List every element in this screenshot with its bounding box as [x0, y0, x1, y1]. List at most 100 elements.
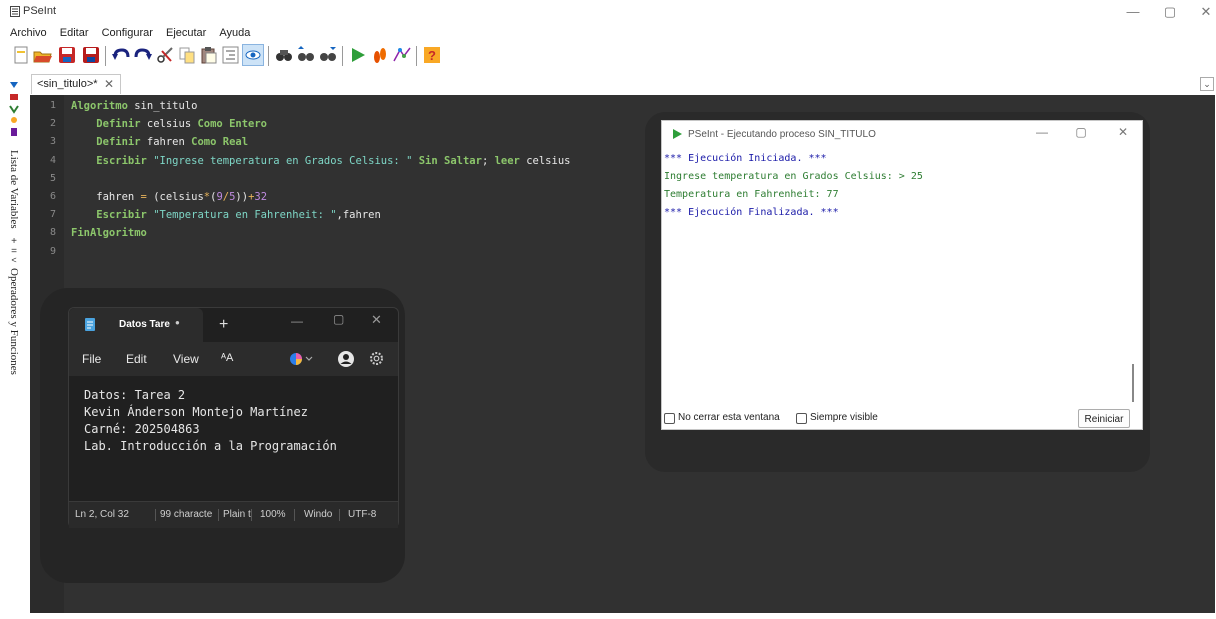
run-icon[interactable] — [347, 44, 369, 66]
code-token: Escribir — [96, 154, 147, 167]
run-scrollbar[interactable] — [1132, 364, 1134, 402]
tab-sin-titulo[interactable]: <sin_titulo>* ✕ — [31, 74, 121, 94]
find-previous-icon[interactable] — [295, 44, 317, 66]
menu-archivo[interactable]: Archivo — [10, 24, 47, 42]
paste-icon[interactable] — [198, 44, 220, 66]
menu-ayuda[interactable]: Ayuda — [219, 24, 250, 42]
indent-icon[interactable] — [220, 44, 242, 66]
keep-open-checkbox[interactable] — [664, 413, 675, 424]
code-token: fahren — [71, 191, 141, 203]
notepad-line: Datos: Tarea 2 — [84, 388, 186, 402]
copy-icon[interactable] — [176, 44, 198, 66]
code-token: Algoritmo — [71, 100, 128, 112]
run-maximize-button[interactable]: ▢ — [1068, 125, 1094, 139]
notepad-icon — [85, 318, 95, 331]
variables-panel-tab[interactable]: Lista de Variables — [8, 150, 20, 229]
new-file-icon[interactable] — [10, 44, 32, 66]
svg-text:<: < — [11, 255, 16, 264]
menu-bar: Archivo Editar Configurar Ejecutar Ayuda — [0, 24, 600, 42]
code-line: fahren = (celsius*(9/5))+32 — [71, 191, 267, 203]
copilot-icon[interactable] — [289, 352, 315, 366]
find-icon[interactable] — [273, 44, 295, 66]
always-visible-checkbox[interactable] — [796, 413, 807, 424]
notepad-menu-bar: File Edit View ᴬA — [69, 342, 398, 376]
find-next-icon[interactable] — [317, 44, 339, 66]
code-token: Sin Saltar — [418, 154, 482, 167]
notepad-line: Carné: 202504863 — [84, 422, 200, 436]
line-number: 5 — [49, 172, 56, 184]
notepad-minimize-button[interactable]: — — [291, 314, 303, 328]
text-size-icon[interactable]: ᴬA — [221, 352, 233, 364]
notepad-close-button[interactable]: ✕ — [371, 312, 382, 328]
character-count: 99 characte — [160, 509, 213, 520]
step-icon[interactable] — [369, 44, 391, 66]
code-token: leer — [494, 154, 520, 167]
code-token: )) — [235, 191, 249, 203]
code-line: Escribir "Ingrese temperatura en Grados … — [71, 155, 570, 167]
line-number: 7 — [49, 209, 56, 221]
line-number: 4 — [49, 154, 56, 166]
notepad-status-bar: Ln 2, Col 32 99 characte Plain t 100% Wi… — [69, 501, 398, 528]
notepad-text-area[interactable]: Datos: Tarea 2 Kevin Ánderson Montejo Ma… — [69, 376, 398, 501]
run-window: PSeInt - Ejecutando proceso SIN_TITULO —… — [661, 120, 1143, 430]
toolbar-separator — [105, 46, 106, 66]
flowchart-icon[interactable] — [391, 44, 413, 66]
menu-configurar[interactable]: Configurar — [102, 24, 153, 42]
save-icon[interactable] — [56, 44, 78, 66]
code-token: celsius — [140, 118, 198, 131]
notepad-menu-file[interactable]: File — [82, 352, 101, 366]
notepad-tab[interactable]: Datos Tare ● — [69, 308, 203, 342]
notepad-window: Datos Tare ● + — ▢ ✕ File Edit View ᴬA D… — [68, 307, 399, 528]
undo-icon[interactable] — [110, 44, 132, 66]
code-token: 32 — [254, 191, 268, 203]
zoom-level[interactable]: 100% — [260, 509, 286, 520]
help-icon[interactable]: ? — [421, 44, 443, 66]
notepad-line: Lab. Introducción a la Programación — [84, 439, 337, 453]
code-token: "Ingrese temperatura en Grados Celsius: … — [153, 154, 413, 167]
code-line: FinAlgoritmo — [71, 227, 147, 239]
always-visible-label: Siempre visible — [810, 412, 878, 423]
code-line: Algoritmo sin_titulo — [71, 100, 197, 112]
code-line: Escribir "Temperatura en Fahrenheit: ",f… — [71, 209, 381, 221]
cut-icon[interactable] — [154, 44, 176, 66]
run-output-area[interactable]: *** Ejecución Iniciada. *** Ingrese temp… — [662, 149, 1142, 407]
redo-icon[interactable] — [132, 44, 154, 66]
code-token: ; — [481, 154, 495, 167]
operators-panel-tab[interactable]: Operadores y Funciones — [8, 268, 20, 375]
notepad-maximize-button[interactable]: ▢ — [333, 312, 344, 326]
editor-tab-bar — [30, 74, 1216, 94]
minimize-button[interactable]: — — [1120, 3, 1146, 21]
close-button[interactable]: ✕ — [1193, 3, 1216, 21]
code-token: sin_titulo — [127, 100, 198, 112]
tab-close-icon[interactable]: ✕ — [104, 77, 114, 91]
run-minimize-button[interactable]: — — [1029, 125, 1055, 139]
account-avatar-icon[interactable] — [338, 351, 354, 367]
restart-button[interactable]: Reiniciar — [1078, 409, 1130, 428]
notepad-menu-edit[interactable]: Edit — [126, 352, 147, 366]
menu-editar[interactable]: Editar — [60, 24, 89, 42]
operators-mini-icon: + = < — [11, 236, 17, 264]
settings-gear-icon[interactable] — [369, 351, 384, 366]
line-ending: Windo — [304, 509, 333, 520]
watch-icon[interactable] — [242, 44, 264, 66]
notepad-menu-view[interactable]: View — [173, 352, 199, 366]
open-file-icon[interactable] — [32, 44, 54, 66]
new-tab-button[interactable]: + — [219, 316, 228, 334]
save-as-icon[interactable] — [80, 44, 102, 66]
tab-dropdown-icon[interactable]: ⌄ — [1200, 77, 1214, 91]
svg-text:?: ? — [428, 48, 436, 63]
window-title: PSeInt — [23, 5, 57, 17]
code-line: Definir fahren Como Real — [71, 136, 248, 148]
run-close-button[interactable]: ✕ — [1110, 125, 1136, 139]
keep-open-label: No cerrar esta ventana — [678, 412, 780, 423]
menu-ejecutar[interactable]: Ejecutar — [166, 24, 206, 42]
line-number: 1 — [49, 100, 56, 111]
maximize-button[interactable]: ▢ — [1157, 3, 1183, 21]
toolbar-separator — [342, 46, 343, 66]
code-token: "Temperatura en Fahrenheit: " — [153, 209, 337, 222]
code-token: Escribir — [96, 209, 147, 222]
side-panel-strip: Lista de Variables + = < Operadores y Fu… — [0, 68, 30, 619]
